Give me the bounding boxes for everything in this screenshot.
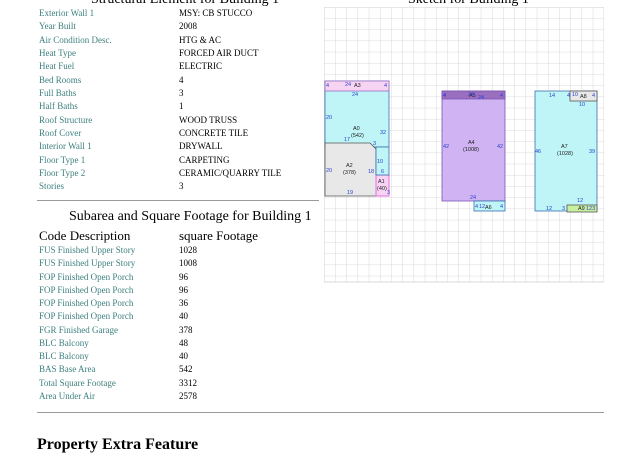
dim-label: 10 [579, 102, 585, 108]
dim-label: 42 [497, 144, 503, 150]
dim-label: 17 [344, 137, 350, 143]
dim-label: 4 [592, 93, 595, 99]
dim-label: 123 [586, 206, 595, 212]
dim-label: 3 [387, 190, 390, 196]
area-size: (1008) [463, 147, 479, 153]
dim-label: 4 [384, 83, 387, 89]
subarea-title: Subarea and Square Footage for Building … [69, 209, 312, 224]
dim-label: 4 [500, 204, 503, 210]
area-label: A7 [561, 144, 568, 150]
area-size: (1028) [557, 151, 573, 157]
area-label: A0 [353, 126, 360, 132]
dim-label: 4 [326, 83, 329, 89]
extra-feature-title: Property Extra Feature [37, 436, 199, 453]
area-A4 [441, 90, 506, 202]
area-label: A4 [468, 140, 475, 146]
area-label: A1 [378, 179, 385, 185]
dim-label: 4 [567, 93, 570, 99]
dim-label: 4 [443, 93, 446, 99]
dim-label: 18 [368, 169, 374, 175]
area-label: A6 [485, 205, 492, 211]
dim-label: 6 [381, 169, 384, 175]
section-divider [37, 200, 319, 201]
column-header-sqft: square Footage [179, 228, 259, 243]
column-header-code: Code Description [39, 228, 131, 243]
area-label: A9 [578, 206, 585, 212]
dim-label: 20 [326, 168, 332, 174]
dim-label: 4 [475, 204, 478, 210]
dim-label: 24 [478, 95, 484, 101]
bottom-divider [37, 412, 604, 413]
dim-label: 12 [479, 204, 485, 210]
area-label: A3 [354, 83, 361, 89]
dim-label: 19 [347, 190, 353, 196]
area-size: (40) [377, 186, 387, 192]
dim-label: 46 [535, 149, 541, 155]
dim-label: 4 [500, 93, 503, 99]
dim-label: 3 [373, 141, 376, 147]
building-sketch: A3 A0 (542) A2 (378) A1 (40) A4 (1008) A… [324, 7, 604, 283]
dim-label: 20 [326, 115, 332, 121]
dim-label: 24 [345, 82, 351, 88]
dim-label: 12 [546, 206, 552, 212]
dim-label: 32 [380, 130, 386, 136]
dim-label: 39 [589, 149, 595, 155]
area-size: (542) [351, 133, 364, 139]
area-size: (378) [343, 170, 356, 176]
dim-label: 24 [352, 92, 358, 98]
dim-label: 3 [562, 206, 565, 212]
dim-label: 24 [468, 92, 474, 98]
dim-label: 12 [577, 198, 583, 204]
area-label: A8 [580, 94, 587, 100]
area-label: A2 [346, 163, 353, 169]
dim-label: 24 [470, 195, 476, 201]
dim-label: 10 [572, 92, 578, 98]
dim-label: 42 [443, 144, 449, 150]
dim-label: 10 [377, 159, 383, 165]
dim-label: 14 [549, 93, 555, 99]
